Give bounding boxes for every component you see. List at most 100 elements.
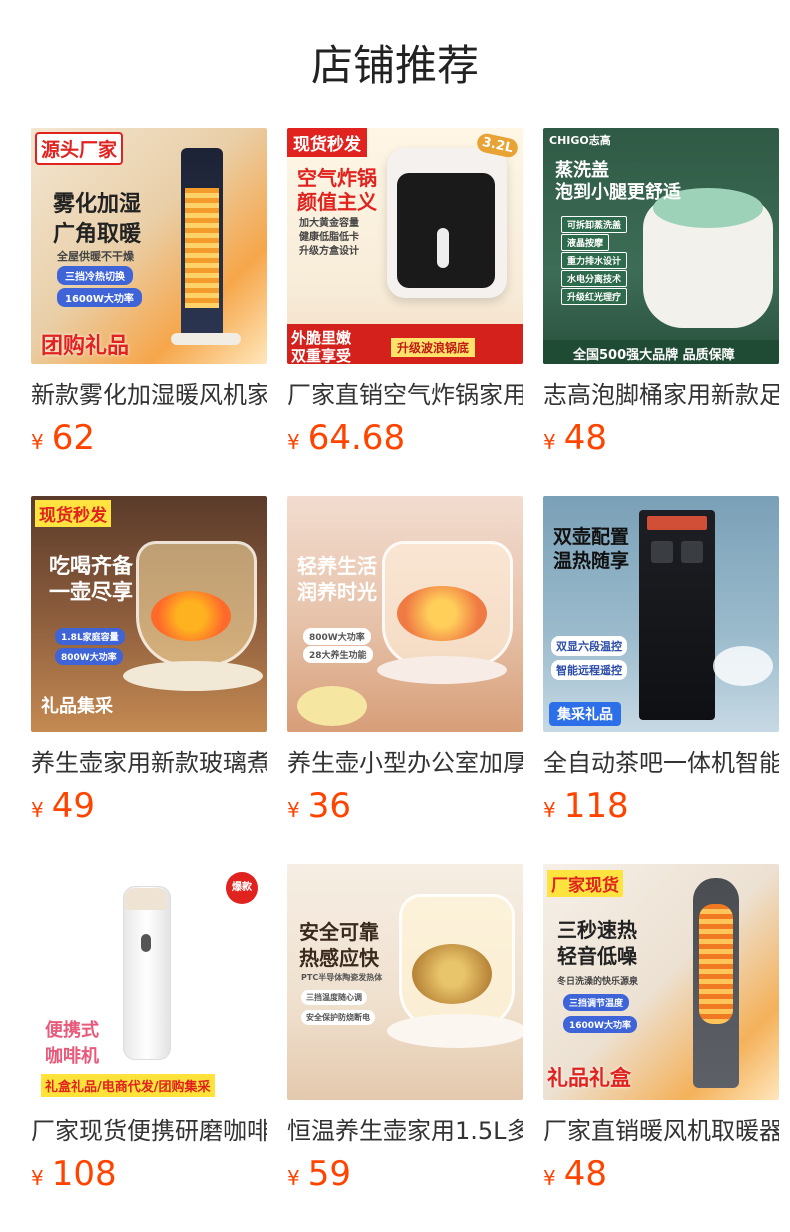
product-image[interactable]: 现货秒发 吃喝齐备 一壶尽享 1.8L家庭容量 800W大功率 礼品集采 xyxy=(31,496,267,732)
product-card[interactable]: 安全可靠 热感应快 PTC半导体陶瓷发热体 三挡温度随心调 安全保护防烧断电 恒… xyxy=(287,864,523,1194)
image-tag: 800W大功率 xyxy=(303,628,371,645)
product-price: ¥118 xyxy=(543,786,629,826)
product-title[interactable]: 厂家直销空气炸锅家用 xyxy=(287,378,523,412)
image-tag: 热感应快 xyxy=(299,946,379,970)
image-tag: 礼品集采 xyxy=(41,696,113,717)
product-title[interactable]: 新款雾化加湿暖风机家用 xyxy=(31,378,267,412)
image-tag: 轻音低噪 xyxy=(557,944,637,968)
product-price: ¥59 xyxy=(287,1154,351,1194)
product-image[interactable]: 双壶配置 温热随享 双显六段温控 智能远程遥控 集采礼品 xyxy=(543,496,779,732)
image-tag: 三秒速热 xyxy=(557,918,637,942)
image-tag: 现货秒发 xyxy=(287,128,367,157)
image-tag: 加大黄金容量 xyxy=(299,218,359,229)
image-tag: 雾化加湿 xyxy=(53,192,142,217)
product-image[interactable]: 爆款 便携式 咖啡机 礼盒礼品/电商代发/团购集采 xyxy=(31,864,267,1100)
image-tag: 现货秒发 xyxy=(35,500,111,527)
image-tag: 1600W大功率 xyxy=(563,1016,637,1033)
image-tag: 礼盒礼品/电商代发/团购集采 xyxy=(41,1074,215,1097)
price-value: 108 xyxy=(51,1154,117,1194)
product-price: ¥48 xyxy=(543,1154,607,1194)
image-tag: 液晶按摩 xyxy=(561,234,610,251)
currency-symbol: ¥ xyxy=(287,798,300,822)
image-tag: 安全保护防烧断电 xyxy=(301,1010,375,1025)
currency-symbol: ¥ xyxy=(543,430,556,454)
currency-symbol: ¥ xyxy=(31,798,44,822)
price-value: 64.68 xyxy=(307,418,406,458)
page-title: 店铺推荐 xyxy=(310,41,479,90)
price-value: 48 xyxy=(563,1154,607,1194)
product-title[interactable]: 恒温养生壶家用1.5L多功能 xyxy=(287,1114,523,1148)
product-card[interactable]: 现货秒发 空气炸锅 颜值主义 加大黄金容量 健康低脂低卡 升级方盒设计 3.2L… xyxy=(287,128,523,458)
price-value: 62 xyxy=(51,418,95,458)
image-tag: 安全可靠 xyxy=(299,920,379,944)
currency-symbol: ¥ xyxy=(31,1166,44,1190)
price-value: 59 xyxy=(307,1154,351,1194)
product-title[interactable]: 养生壶小型办公室加厚玻璃 xyxy=(287,746,523,780)
image-tag: 重力排水设计 xyxy=(561,252,628,269)
image-tag: 升级波浪锅底 xyxy=(391,338,476,357)
image-tag: 团购礼品 xyxy=(41,334,130,359)
image-tag: 1600W大功率 xyxy=(57,288,142,307)
image-tag: 润养时光 xyxy=(297,580,377,604)
currency-symbol: ¥ xyxy=(543,1166,556,1190)
currency-symbol: ¥ xyxy=(31,430,44,454)
image-tag: 28大养生功能 xyxy=(303,646,373,663)
product-image[interactable]: 源头厂家 雾化加湿 广角取暖 全屋供暖不干燥 三挡冷热切换 1600W大功率 团… xyxy=(31,128,267,364)
product-card[interactable]: 厂家现货 三秒速热 轻音低噪 冬日洗澡的快乐源泉 三挡调节温度 1600W大功率… xyxy=(543,864,779,1194)
image-tag: 泡到小腿更舒适 xyxy=(555,182,681,203)
image-tag: 三挡调节温度 xyxy=(563,994,630,1011)
product-title[interactable]: 厂家直销暖风机取暖器家用 xyxy=(543,1114,779,1148)
product-price: ¥64.68 xyxy=(287,418,405,458)
currency-symbol: ¥ xyxy=(543,798,556,822)
product-image[interactable]: 轻养生活 润养时光 800W大功率 28大养生功能 xyxy=(287,496,523,732)
price-value: 48 xyxy=(563,418,607,458)
product-price: ¥48 xyxy=(543,418,607,458)
product-price: ¥36 xyxy=(287,786,351,826)
image-tag: 全屋供暖不干燥 xyxy=(57,250,134,263)
price-value: 118 xyxy=(563,786,629,826)
product-image[interactable]: 厂家现货 三秒速热 轻音低噪 冬日洗澡的快乐源泉 三挡调节温度 1600W大功率… xyxy=(543,864,779,1100)
image-tag: 双显六段温控 xyxy=(551,636,627,656)
currency-symbol: ¥ xyxy=(287,1166,300,1190)
image-tag: 厂家现货 xyxy=(547,870,623,897)
product-card[interactable]: 双壶配置 温热随享 双显六段温控 智能远程遥控 集采礼品 全自动茶吧一体机智能 … xyxy=(543,496,779,826)
image-tag: 可拆卸蒸洗盖 xyxy=(561,216,628,233)
image-tag: 三挡冷热切换 xyxy=(57,266,133,285)
product-card[interactable]: 现货秒发 吃喝齐备 一壶尽享 1.8L家庭容量 800W大功率 礼品集采 养生壶… xyxy=(31,496,267,826)
image-tag: 升级方盒设计 xyxy=(299,246,359,257)
image-tag: 智能远程遥控 xyxy=(551,660,627,680)
product-price: ¥49 xyxy=(31,786,95,826)
product-price: ¥62 xyxy=(31,418,95,458)
image-tag: 健康低脂低卡 xyxy=(299,232,359,243)
image-tag: CHIGO志高 xyxy=(549,134,611,147)
product-title[interactable]: 志高泡脚桶家用新款足浴 xyxy=(543,378,779,412)
image-tag: 颜值主义 xyxy=(297,190,377,214)
product-image[interactable]: 安全可靠 热感应快 PTC半导体陶瓷发热体 三挡温度随心调 安全保护防烧断电 xyxy=(287,864,523,1100)
product-card[interactable]: 爆款 便携式 咖啡机 礼盒礼品/电商代发/团购集采 厂家现货便携研磨咖啡机 ¥1… xyxy=(31,864,267,1194)
image-tag: 全国500强大品牌 品质保障 xyxy=(573,348,735,363)
image-tag: 轻养生活 xyxy=(297,554,377,578)
image-tag: 水电分离技术 xyxy=(561,270,628,287)
image-tag: 温热随享 xyxy=(553,550,630,572)
image-tag: 冬日洗澡的快乐源泉 xyxy=(557,977,639,987)
image-tag: 便携式 xyxy=(45,1020,99,1041)
product-card[interactable]: CHIGO志高 蒸洗盖 泡到小腿更舒适 可拆卸蒸洗盖 液晶按摩 重力排水设计 水… xyxy=(543,128,779,458)
product-image[interactable]: 现货秒发 空气炸锅 颜值主义 加大黄金容量 健康低脂低卡 升级方盒设计 3.2L… xyxy=(287,128,523,364)
image-tag: 集采礼品 xyxy=(549,702,621,726)
image-tag: 咖啡机 xyxy=(45,1046,99,1067)
product-card[interactable]: 轻养生活 润养时光 800W大功率 28大养生功能 养生壶小型办公室加厚玻璃 ¥… xyxy=(287,496,523,826)
product-card[interactable]: 源头厂家 雾化加湿 广角取暖 全屋供暖不干燥 三挡冷热切换 1600W大功率 团… xyxy=(31,128,267,458)
image-tag: 三挡温度随心调 xyxy=(301,990,367,1005)
product-price: ¥108 xyxy=(31,1154,117,1194)
product-image[interactable]: CHIGO志高 蒸洗盖 泡到小腿更舒适 可拆卸蒸洗盖 液晶按摩 重力排水设计 水… xyxy=(543,128,779,364)
price-value: 49 xyxy=(51,786,95,826)
product-title[interactable]: 养生壶家用新款玻璃煮茶 xyxy=(31,746,267,780)
image-tag: 1.8L家庭容量 xyxy=(55,628,125,645)
badge: 爆款 xyxy=(226,872,258,904)
product-title[interactable]: 全自动茶吧一体机智能 xyxy=(543,746,779,780)
product-title[interactable]: 厂家现货便携研磨咖啡机 xyxy=(31,1114,267,1148)
image-tag: 广角取暖 xyxy=(53,222,142,247)
image-tag: 双重享受 xyxy=(291,347,352,364)
image-tag: 双壶配置 xyxy=(553,526,630,548)
image-tag: 源头厂家 xyxy=(35,132,124,165)
